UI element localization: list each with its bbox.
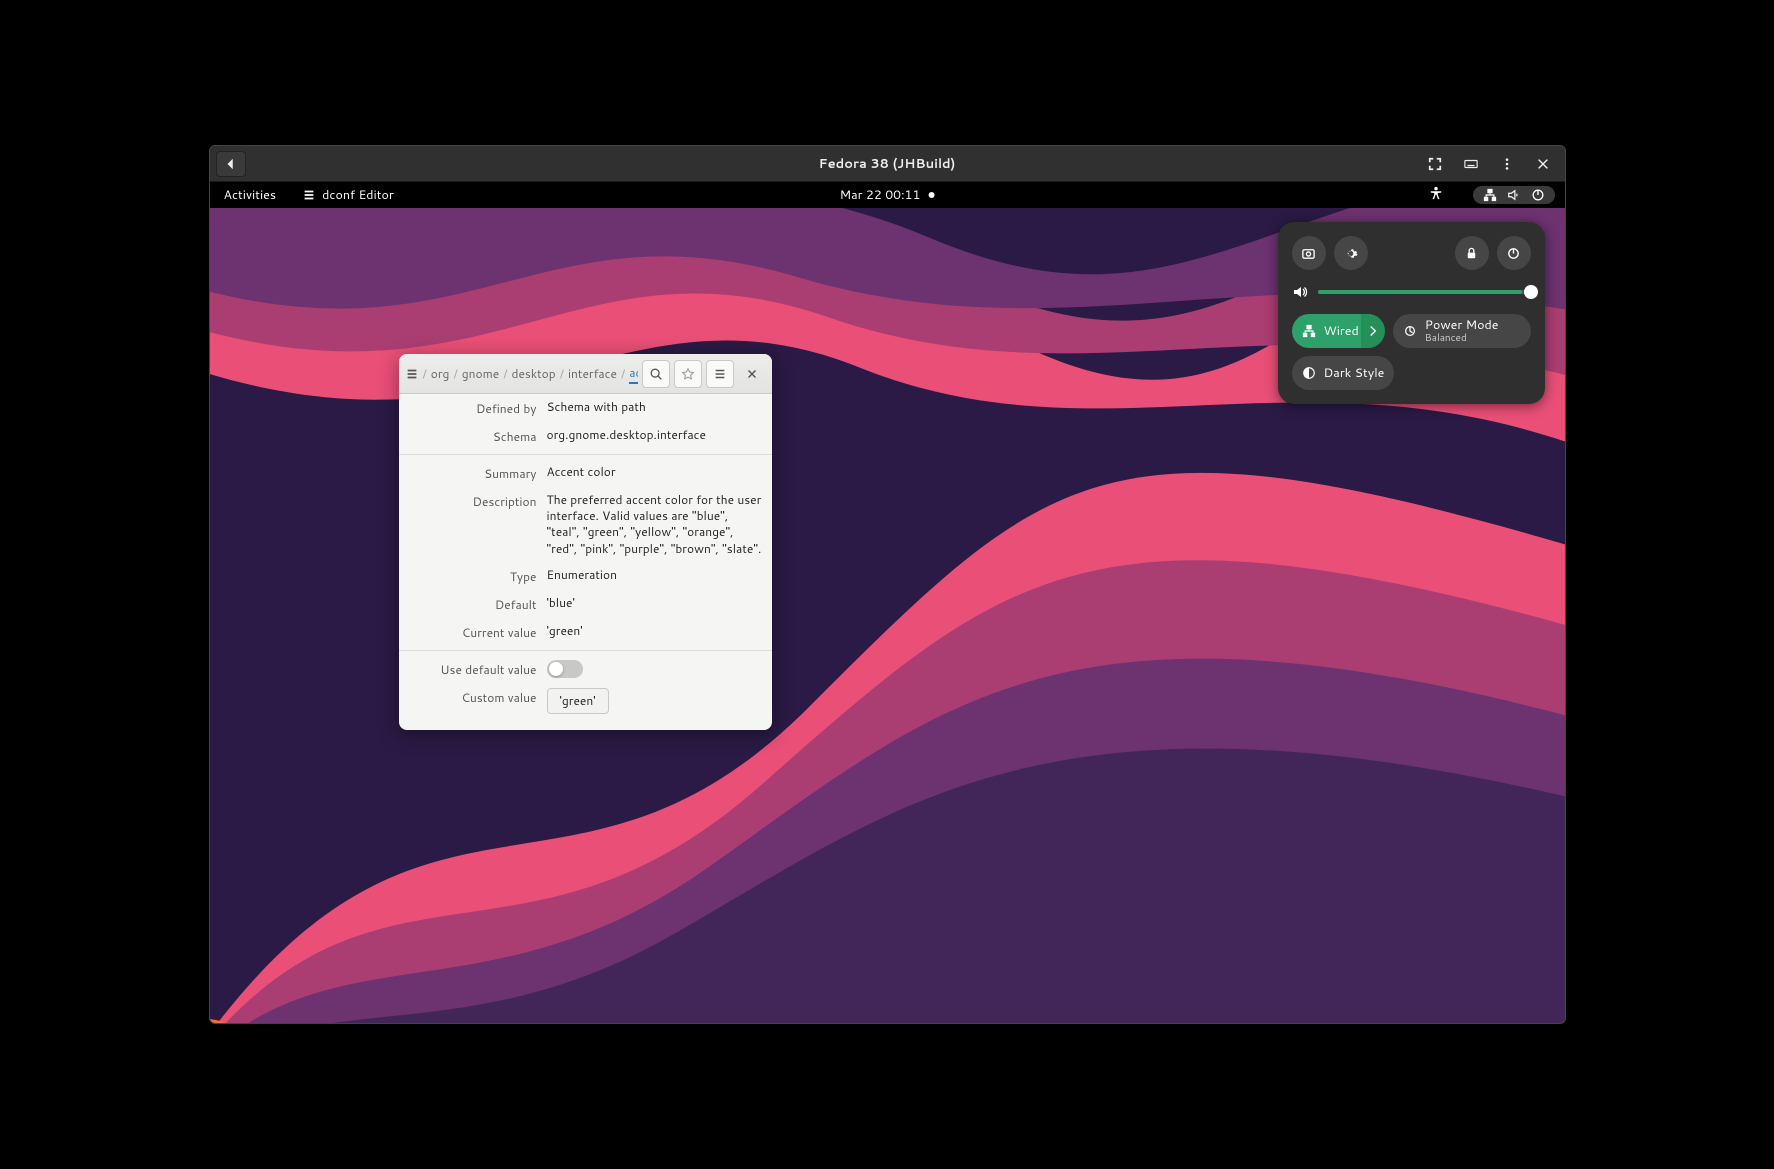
close-window-button[interactable] [738,360,766,388]
label-use-default: Use default value [409,660,537,678]
search-icon [649,367,663,381]
dconf-headerbar: / org / gnome / desktop / interface / ac… [399,354,772,394]
system-status-area[interactable] [1473,186,1555,204]
value-schema: org.gnome.desktop.interface [547,427,762,445]
volume-slider[interactable] [1318,290,1531,294]
accessibility-menu[interactable] [1425,184,1447,207]
value-type: Enumeration [547,567,762,585]
volume-icon [1292,284,1308,300]
path-seg-key[interactable]: acce… color [629,364,637,384]
hamburger-icon [713,367,727,381]
path-seg-interface[interactable]: interface [568,365,617,382]
tune-icon [405,367,419,381]
dconf-editor-window: / org / gnome / desktop / interface / ac… [399,354,772,730]
back-button[interactable] [216,151,246,177]
label-current: Current value [409,623,537,641]
lock-icon [1464,246,1479,261]
power-mode-icon [1403,324,1417,338]
custom-value-button[interactable]: 'green' [547,688,609,714]
network-wired-icon [1302,324,1316,338]
power-mode-sub: Balanced [1425,333,1499,343]
dark-style-label: Dark Style [1324,364,1385,382]
value-current: 'green' [547,623,762,641]
label-type: Type [409,567,537,585]
label-default: Default [409,595,537,613]
notification-dot-icon [928,192,934,198]
menu-button[interactable] [1493,151,1521,177]
app-menu[interactable]: dconf Editor [298,184,398,206]
volume-slider-row [1292,284,1531,300]
activities-button[interactable]: Activities [220,184,281,206]
volume-handle[interactable] [1524,285,1538,299]
quick-settings-popover: Wired Power Mode Balanced Dark Style [1278,222,1545,404]
lock-button[interactable] [1455,236,1489,270]
screenshot-button[interactable] [1292,236,1326,270]
chevron-left-icon [224,157,238,171]
volume-icon [1507,188,1521,202]
value-summary: Accent color [547,464,762,482]
clock[interactable]: Mar 22 00:11 [836,184,939,206]
dark-style-icon [1302,366,1316,380]
bookmark-button[interactable] [674,360,702,388]
fullscreen-button[interactable] [1421,151,1449,177]
pathbar: / org / gnome / desktop / interface / ac… [405,364,638,384]
power-icon [1506,246,1521,261]
keyboard-button[interactable] [1457,151,1485,177]
hamburger-button[interactable] [706,360,734,388]
label-defined-by: Defined by [409,399,537,417]
close-vm-button[interactable] [1529,151,1557,177]
screenshot-icon [1301,246,1316,261]
power-icon [1531,188,1545,202]
power-button[interactable] [1497,236,1531,270]
vm-titlebar: Fedora 38 (JHBuild) [210,146,1565,182]
network-wired-pill[interactable]: Wired [1292,314,1371,348]
network-expand-button[interactable] [1361,314,1385,348]
accessibility-icon [1429,186,1443,200]
keyboard-icon [1464,157,1478,171]
desktop: / org / gnome / desktop / interface / ac… [210,208,1565,1023]
value-defined-by: Schema with path [547,399,762,417]
label-description: Description [409,492,537,557]
label-custom: Custom value [409,688,537,714]
close-icon [1536,157,1550,171]
chevron-right-icon [1367,325,1379,337]
value-default: 'blue' [547,595,762,613]
dconf-body: Defined by Schema with path Schema org.g… [399,394,772,719]
network-wired-icon [1483,188,1497,202]
clock-label: Mar 22 00:11 [840,186,921,204]
settings-button[interactable] [1334,236,1368,270]
path-seg-org[interactable]: org [431,365,450,382]
path-seg-gnome[interactable]: gnome [462,365,500,382]
close-icon [745,367,759,381]
dark-style-pill[interactable]: Dark Style [1292,356,1395,390]
gnome-topbar: Activities dconf Editor Mar 22 00:11 [210,182,1565,208]
wired-label: Wired [1324,322,1359,340]
fullscreen-icon [1428,157,1442,171]
gear-icon [1343,246,1358,261]
label-summary: Summary [409,464,537,482]
vm-title: Fedora 38 (JHBuild) [819,155,956,173]
dconf-app-icon [302,188,316,202]
kebab-icon [1500,157,1514,171]
label-schema: Schema [409,427,537,445]
star-icon [681,367,695,381]
path-seg-desktop[interactable]: desktop [511,365,555,382]
value-description: The preferred accent color for the user … [547,492,762,557]
search-button[interactable] [642,360,670,388]
app-menu-label: dconf Editor [322,186,394,204]
use-default-toggle[interactable] [547,660,583,678]
power-mode-pill[interactable]: Power Mode Balanced [1393,314,1531,348]
